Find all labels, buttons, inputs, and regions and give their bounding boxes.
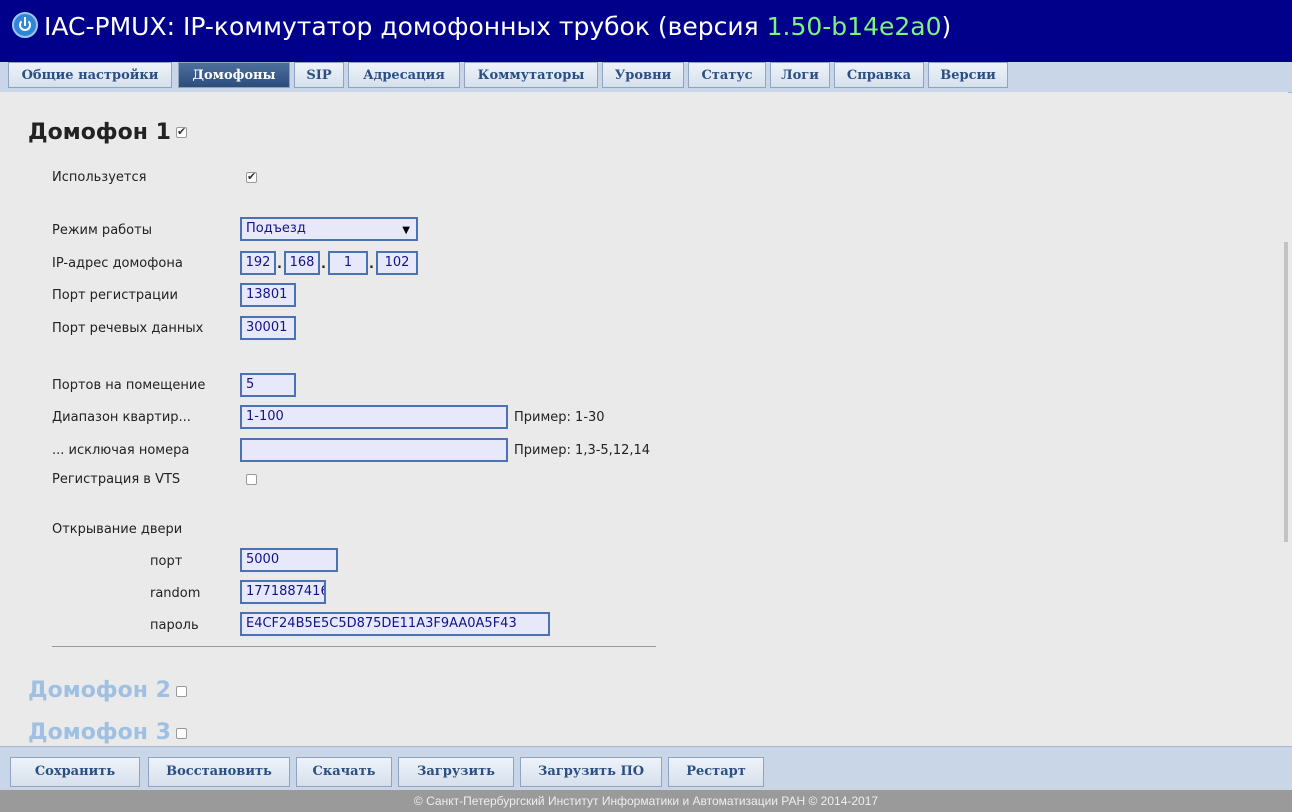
exclude-hint: Пример: 1,3-5,12,14	[514, 443, 651, 458]
vts-label: Регистрация в VTS	[52, 472, 181, 487]
version-text: 1.50-b14e2a0	[766, 12, 942, 41]
vts-checkbox[interactable]	[246, 474, 257, 485]
title-end: )	[941, 12, 952, 41]
tab-help[interactable]: Справка	[834, 62, 924, 88]
door-random-label: random	[150, 586, 201, 601]
tab-versions[interactable]: Версии	[928, 62, 1008, 88]
mode-select[interactable]: Подъезд ▼	[240, 217, 418, 241]
title-bar: IAC-PMUX: IP-коммутатор домофонных трубо…	[0, 0, 1292, 62]
ip-octet-3[interactable]: 1	[328, 251, 368, 275]
ip-octet-1[interactable]: 192	[240, 251, 276, 275]
upload-button[interactable]: Загрузить	[398, 757, 514, 787]
button-bar: Сохранить Восстановить Скачать Загрузить…	[0, 746, 1292, 791]
used-checkbox[interactable]	[246, 170, 257, 183]
mode-value: Подъезд	[246, 221, 306, 236]
scrollbar[interactable]	[1284, 242, 1288, 542]
voice-port-input[interactable]: 30001	[240, 316, 296, 340]
reg-port-label: Порт регистрации	[52, 288, 178, 303]
ip-separator-dot: .	[277, 257, 282, 272]
exclude-input[interactable]	[240, 438, 508, 462]
upload-firmware-button[interactable]: Загрузить ПО	[520, 757, 662, 787]
tab-levels[interactable]: Уровни	[602, 62, 684, 88]
intercom-3-heading[interactable]: Домофон 3	[28, 720, 171, 745]
door-password-input[interactable]: E4CF24B5E5C5D875DE11A3F9AA0A5F43	[240, 612, 550, 636]
mode-label: Режим работы	[52, 223, 152, 238]
tab-general-settings[interactable]: Общие настройки	[8, 62, 172, 88]
footer-copyright: © Санкт-Петербургский Институт Информати…	[0, 790, 1292, 812]
intercom-1-heading: Домофон 1	[28, 120, 171, 145]
tab-switches[interactable]: Коммутаторы	[464, 62, 598, 88]
exclude-label: ... исключая номера	[52, 443, 190, 458]
range-label: Диапазон квартир...	[52, 410, 191, 425]
chevron-down-icon: ▼	[402, 225, 410, 236]
range-input[interactable]: 1-100	[240, 405, 508, 429]
power-icon	[12, 12, 38, 38]
settings-content[interactable]: Домофон 1 Используется Режим работы Подъ…	[0, 92, 1288, 746]
ports-per-room-input[interactable]: 5	[240, 373, 296, 397]
intercom-3-checkbox[interactable]	[176, 728, 187, 739]
tab-bar: Общие настройки Домофоны SIP Адресация К…	[0, 62, 1292, 93]
restore-button[interactable]: Восстановить	[148, 757, 290, 787]
ip-separator-dot: .	[369, 257, 374, 272]
voice-port-label: Порт речевых данных	[52, 321, 204, 336]
door-random-input[interactable]: 1771887416	[240, 580, 326, 604]
reg-port-input[interactable]: 13801	[240, 283, 296, 307]
used-label: Используется	[52, 170, 147, 185]
range-hint: Пример: 1-30	[514, 410, 605, 425]
ip-separator-dot: .	[321, 257, 326, 272]
title-text: IAC-PMUX: IP-коммутатор домофонных трубо…	[44, 12, 767, 41]
ip-octet-4[interactable]: 102	[376, 251, 418, 275]
page-title: IAC-PMUX: IP-коммутатор домофонных трубо…	[44, 12, 951, 42]
tab-sip[interactable]: SIP	[294, 62, 344, 88]
ports-per-room-label: Портов на помещение	[52, 378, 206, 393]
intercom-2-heading[interactable]: Домофон 2	[28, 678, 171, 703]
tab-addressing[interactable]: Адресация	[348, 62, 460, 88]
tab-intercoms[interactable]: Домофоны	[178, 62, 290, 88]
intercom-2-checkbox[interactable]	[176, 686, 187, 697]
download-button[interactable]: Скачать	[296, 757, 392, 787]
restart-button[interactable]: Рестарт	[668, 757, 764, 787]
tab-status[interactable]: Статус	[688, 62, 766, 88]
door-password-label: пароль	[150, 618, 199, 633]
ip-label: IP-адрес домофона	[52, 256, 183, 271]
tab-logs[interactable]: Логи	[770, 62, 830, 88]
section-divider	[52, 646, 656, 647]
save-button[interactable]: Сохранить	[10, 757, 140, 787]
door-port-label: порт	[150, 554, 183, 569]
door-port-input[interactable]: 5000	[240, 548, 338, 572]
door-label: Открывание двери	[52, 522, 183, 537]
intercom-1-checkbox[interactable]	[176, 125, 187, 138]
ip-octet-2[interactable]: 168	[284, 251, 320, 275]
